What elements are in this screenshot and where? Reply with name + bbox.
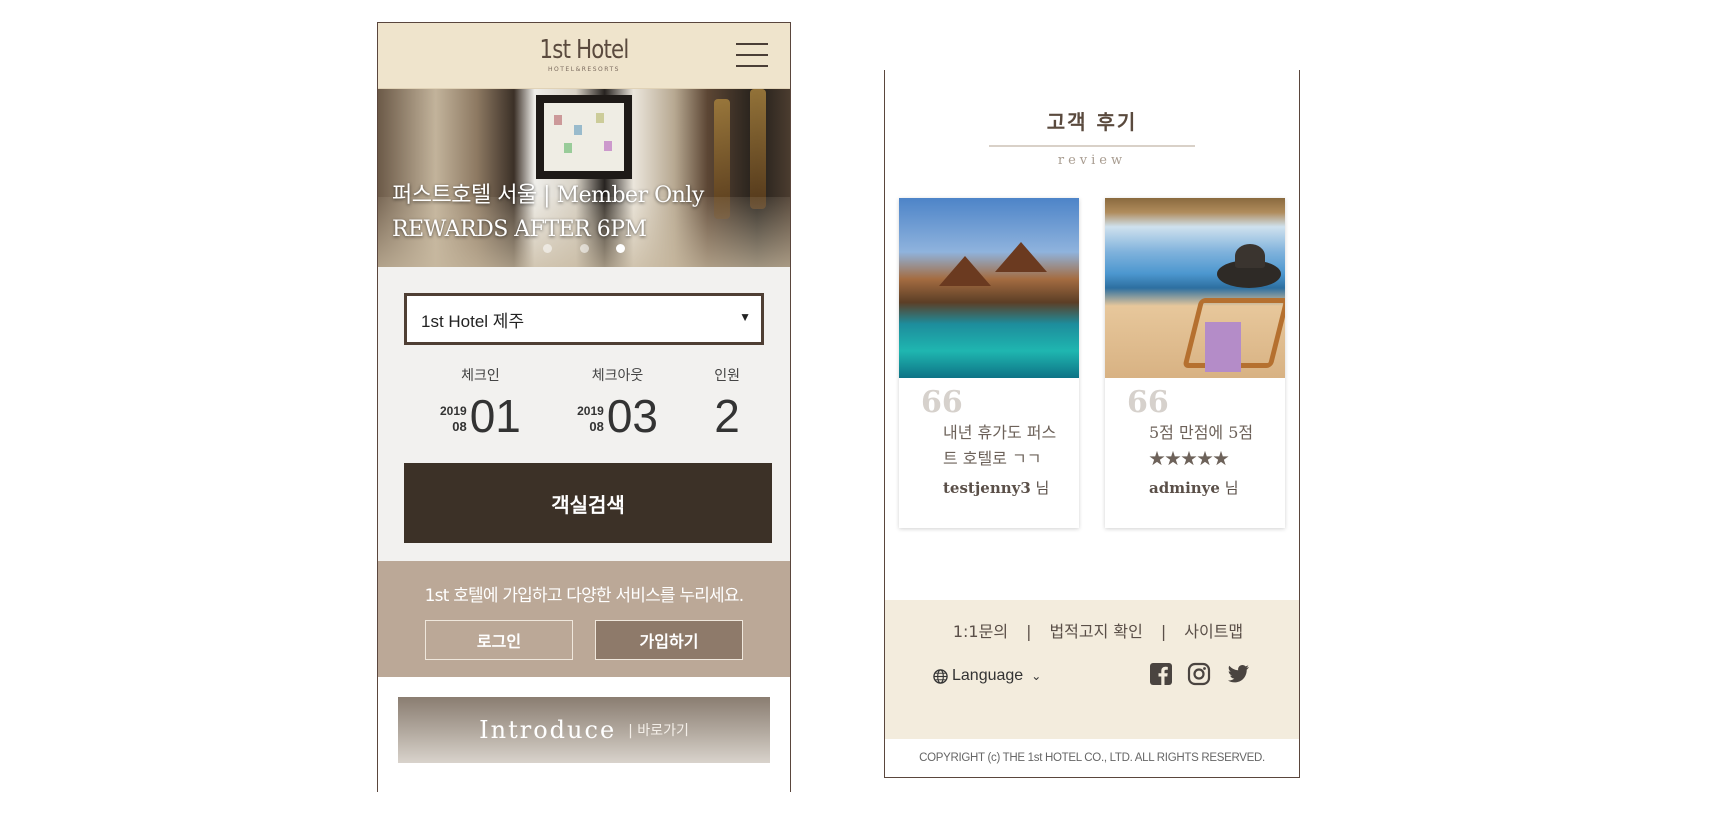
dropdown-caret-icon: ▼ — [739, 310, 751, 324]
carousel-dot-active[interactable] — [615, 244, 625, 253]
review-author-suffix: 님 — [1219, 479, 1239, 497]
review-author-name: adminye — [1149, 479, 1220, 497]
facebook-icon[interactable] — [1149, 662, 1173, 690]
review-card-list: 66 내년 휴가도 퍼스트 호텔로 ㄱㄱ testjenny3 님 66 5점 … — [885, 168, 1299, 528]
logo-text: 1st Hotel — [539, 35, 630, 65]
introduce-shortcut-label: | 바로가기 — [628, 723, 689, 739]
introduce-label: Introduce — [479, 716, 617, 744]
checkout-year: 2019 — [577, 404, 604, 418]
review-author: testjenny3 님 — [943, 476, 1059, 500]
review-card[interactable]: 66 5점 만점에 5점 ★★★★★ adminye 님 — [1105, 198, 1285, 528]
checkout-day: 03 — [606, 390, 658, 442]
checkin-field[interactable]: 체크인 2019 08 01 — [440, 365, 521, 439]
photo-detail — [939, 256, 991, 286]
hotel-select[interactable]: 1st Hotel 제주 ▼ — [404, 293, 764, 345]
hotel-logo[interactable]: 1st Hotel HOTEL&RESORTS — [378, 35, 790, 73]
carousel-dot[interactable] — [543, 244, 553, 253]
quote-icon: 66 — [921, 385, 963, 420]
room-search-button[interactable]: 객실검색 — [404, 463, 772, 543]
hamburger-menu-icon[interactable] — [736, 43, 768, 69]
photo-detail — [1217, 244, 1281, 288]
guests-count: 2 — [714, 390, 740, 442]
guests-label: 인원 — [714, 368, 740, 384]
logo-subtext: HOTEL&RESORTS — [548, 66, 620, 73]
date-guest-row: 체크인 2019 08 01 체크아웃 2019 08 03 인원 2 — [440, 365, 740, 439]
checkout-month: 08 — [589, 419, 604, 434]
globe-icon — [933, 668, 948, 684]
intro-section: Introduce | 바로가기 — [378, 677, 790, 792]
social-links — [1149, 662, 1251, 690]
signup-button[interactable]: 가입하기 — [595, 620, 743, 660]
copyright-text: COPYRIGHT (c) THE 1st HOTEL CO., LTD. AL… — [885, 739, 1299, 777]
carousel-dot[interactable] — [579, 244, 589, 253]
checkin-year: 2019 — [440, 404, 467, 418]
join-banner: 1st 호텔에 가입하고 다양한 서비스를 누리세요. 로그인 가입하기 — [378, 561, 790, 677]
join-message: 1st 호텔에 가입하고 다양한 서비스를 누리세요. — [424, 586, 744, 606]
language-selector[interactable]: Language ⌄ — [933, 667, 1041, 685]
hero-artwork — [536, 95, 632, 179]
instagram-icon[interactable] — [1187, 662, 1211, 690]
chevron-down-icon: ⌄ — [1031, 669, 1042, 683]
review-author: adminye 님 — [1149, 476, 1265, 500]
checkin-day: 01 — [469, 390, 521, 442]
hero-lamp — [750, 89, 766, 209]
guests-field[interactable]: 인원 2 — [714, 365, 740, 439]
resort-pool-photo — [899, 198, 1079, 378]
booking-panel: 1st Hotel 제주 ▼ 체크인 2019 08 01 체크아웃 2019 — [378, 267, 790, 561]
hero-caption-line1: 퍼스트호텔 서울 | Member Only — [392, 183, 704, 208]
twitter-icon[interactable] — [1225, 662, 1251, 690]
review-header: 고객 후기 review — [885, 70, 1299, 168]
carousel-dots — [378, 238, 790, 257]
inquiry-link[interactable]: 1:1문의 — [953, 622, 1008, 641]
checkin-month: 08 — [452, 419, 467, 434]
review-text: 내년 휴가도 퍼스트 호텔로 ㄱㄱ — [943, 423, 1057, 468]
top-header: 1st Hotel HOTEL&RESORTS — [378, 23, 790, 89]
footer-separator: | — [1026, 622, 1032, 641]
footer-links: 1:1문의 | 법적고지 확인 | 사이트맵 — [885, 620, 1299, 644]
review-author-name: testjenny3 — [943, 479, 1031, 497]
review-subtitle: review — [1057, 153, 1127, 168]
hotel-select-value: 1st Hotel 제주 — [421, 311, 525, 331]
mobile-home-screen: 1st Hotel HOTEL&RESORTS 퍼스트호텔 서울 | Membe… — [377, 22, 791, 792]
hero-caption: 퍼스트호텔 서울 | Member Only REWARDS AFTER 6PM — [392, 179, 704, 247]
checkout-field[interactable]: 체크아웃 2019 08 03 — [577, 365, 658, 439]
sitemap-link[interactable]: 사이트맵 — [1184, 622, 1243, 641]
review-divider — [989, 145, 1195, 147]
legal-notice-link[interactable]: 법적고지 확인 — [1049, 622, 1142, 641]
hero-banner[interactable]: 퍼스트호텔 서울 | Member Only REWARDS AFTER 6PM — [378, 89, 790, 267]
checkin-label: 체크인 — [461, 368, 500, 384]
review-card[interactable]: 66 내년 휴가도 퍼스트 호텔로 ㄱㄱ testjenny3 님 — [899, 198, 1079, 528]
beach-photo — [1105, 198, 1285, 378]
review-text: 5점 만점에 5점 ★★★★★ — [1149, 423, 1254, 468]
checkout-label: 체크아웃 — [591, 368, 644, 384]
mobile-review-screen: 고객 후기 review 66 내년 휴가도 퍼스트 호텔로 ㄱㄱ testje… — [884, 70, 1300, 778]
photo-detail — [1205, 322, 1241, 372]
review-author-suffix: 님 — [1030, 479, 1050, 497]
footer-separator: | — [1160, 622, 1167, 641]
introduce-link-button[interactable]: Introduce | 바로가기 — [398, 697, 770, 763]
photo-detail — [995, 242, 1047, 272]
language-label: Language — [952, 667, 1024, 684]
review-title: 고객 후기 — [1046, 110, 1138, 134]
quote-icon: 66 — [1127, 385, 1169, 420]
login-button[interactable]: 로그인 — [425, 620, 573, 660]
site-footer: 1:1문의 | 법적고지 확인 | 사이트맵 Language ⌄ — [885, 600, 1299, 740]
